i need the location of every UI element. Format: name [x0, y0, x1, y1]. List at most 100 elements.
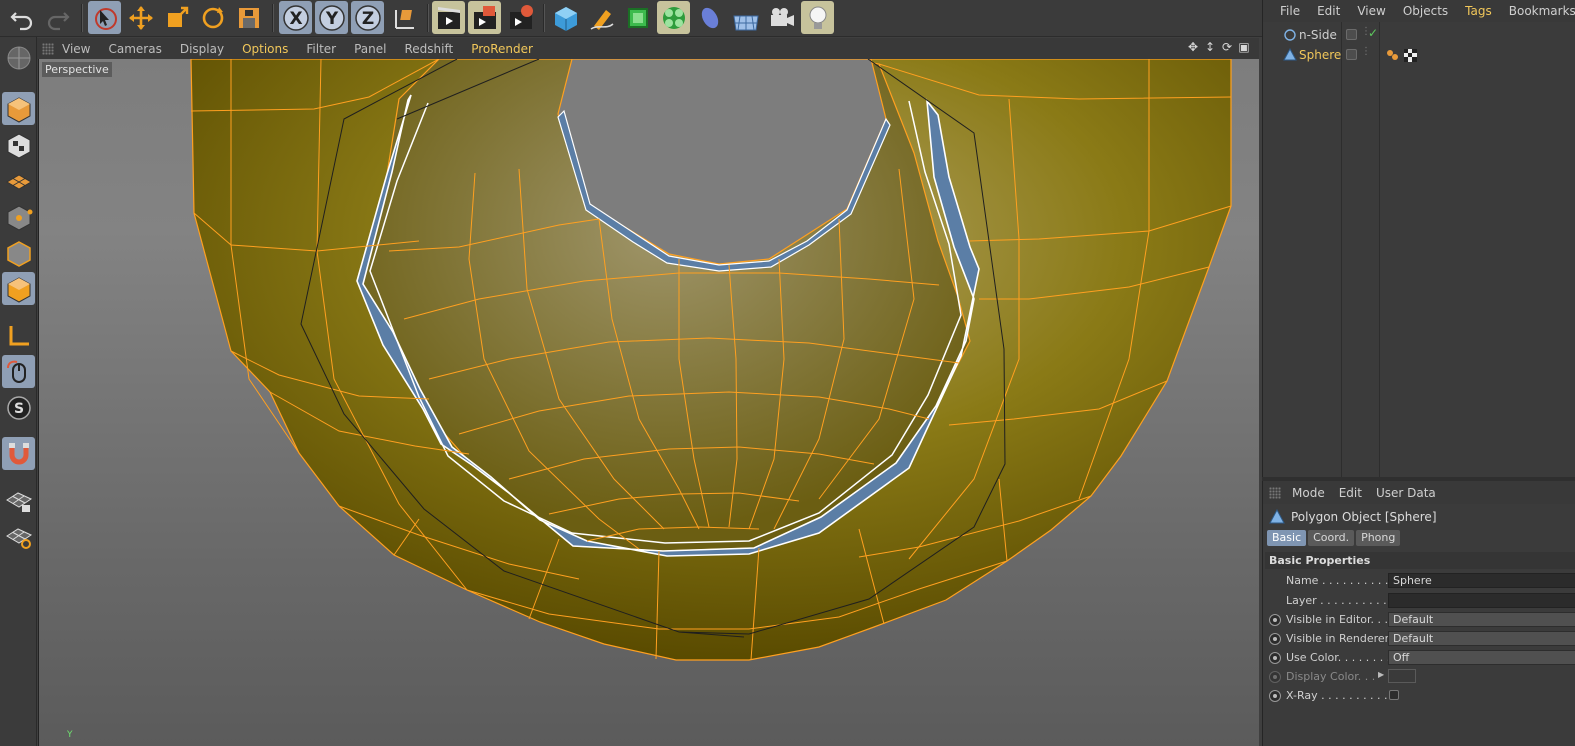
recent-tools-icon[interactable] [232, 1, 265, 34]
left-toolbar: S [0, 37, 37, 746]
edges-mode-icon[interactable] [2, 236, 35, 269]
make-editable-icon[interactable] [2, 41, 35, 74]
viewport-menu-prorender[interactable]: ProRender [471, 42, 533, 56]
svg-text:S: S [13, 401, 23, 417]
scale-icon[interactable] [160, 1, 193, 34]
animate-radio[interactable] [1269, 690, 1281, 702]
render-picture-viewer-icon[interactable] [468, 1, 501, 34]
viewport-menu-options[interactable]: Options [242, 42, 288, 56]
animate-radio[interactable] [1269, 652, 1281, 664]
lock-workplane-icon[interactable] [2, 483, 35, 516]
visibility-dots-icon[interactable]: ⋮ [1361, 46, 1371, 57]
viewport-menu-panel[interactable]: Panel [354, 42, 386, 56]
snap-icon[interactable] [2, 437, 35, 470]
visible-in-editor-dropdown[interactable]: Default [1388, 612, 1575, 627]
workplane-icon[interactable] [2, 164, 35, 197]
x-axis-icon[interactable]: X [279, 1, 312, 34]
objects-menu-tags[interactable]: Tags [1465, 4, 1492, 18]
svg-text:Z: Z [361, 9, 373, 29]
prop-label: Layer . . . . . . . . . . . [1286, 594, 1394, 607]
attributes-tabs: Basic Coord. Phong [1267, 530, 1401, 546]
y-axis-icon[interactable]: Y [315, 1, 348, 34]
make-editable-icon[interactable] [2, 92, 35, 125]
tab-coord[interactable]: Coord. [1308, 530, 1355, 546]
cube-icon[interactable] [549, 1, 582, 34]
objects-menu-edit[interactable]: Edit [1317, 4, 1340, 18]
attributes-menu-user-data[interactable]: User Data [1376, 486, 1436, 500]
maximize-view-icon[interactable]: ▣ [1237, 40, 1251, 54]
objects-menu-objects[interactable]: Objects [1403, 4, 1448, 18]
texture-tag-icon[interactable] [1404, 49, 1417, 62]
tab-phong[interactable]: Phong [1356, 530, 1401, 546]
undo-icon[interactable] [5, 1, 38, 34]
viewport-menu-filter[interactable]: Filter [306, 42, 336, 56]
prop-visible-renderer: Visible in Renderer Default [1263, 630, 1575, 649]
solo-icon[interactable]: S [2, 391, 35, 424]
object-row-sphere[interactable]: Sphere ⋮ [1263, 45, 1575, 65]
texture-mode-icon[interactable] [2, 128, 35, 161]
name-field[interactable]: Sphere [1388, 573, 1575, 588]
objects-menu-file[interactable]: File [1280, 4, 1300, 18]
pen-icon[interactable] [585, 1, 618, 34]
points-mode-icon[interactable] [2, 200, 35, 233]
prop-xray: X-Ray . . . . . . . . . . . [1263, 687, 1575, 706]
viewport-navigation: ✥ ↕ ⟳ ▣ [1186, 40, 1251, 54]
use-color-dropdown[interactable]: Off [1388, 650, 1575, 665]
svg-text:X: X [289, 9, 302, 29]
objects-menu-bookmarks[interactable]: Bookmarks [1509, 4, 1575, 18]
polygon-object-icon [1283, 48, 1297, 61]
axis-mode-icon[interactable] [2, 319, 35, 352]
redo-icon[interactable] [41, 1, 74, 34]
coordinate-system-icon[interactable] [388, 1, 421, 34]
render-view-icon[interactable] [432, 1, 465, 34]
layer-field[interactable] [1388, 593, 1575, 608]
visible-in-renderer-dropdown[interactable]: Default [1388, 631, 1575, 646]
xray-checkbox[interactable] [1389, 690, 1399, 700]
sphere-mesh[interactable] [39, 59, 1259, 746]
viewport-menu-view[interactable]: View [62, 42, 90, 56]
subdivision-icon[interactable] [621, 1, 654, 34]
z-axis-icon[interactable]: Z [351, 1, 384, 34]
prop-label: Use Color. . . . . . . . [1286, 651, 1391, 664]
animate-radio[interactable] [1269, 633, 1281, 645]
live-selection-icon[interactable] [88, 1, 121, 34]
grip-icon [42, 42, 54, 55]
render-settings-icon[interactable] [504, 1, 537, 34]
layer-flag[interactable] [1346, 29, 1357, 40]
light-icon[interactable] [801, 1, 834, 34]
attribute-manager: Polygon Object [Sphere] Basic Coord. Pho… [1262, 504, 1575, 746]
section-header: Basic Properties [1265, 552, 1575, 569]
perspective-viewport[interactable]: Perspective Y [38, 59, 1259, 746]
attributes-menu-mode[interactable]: Mode [1292, 486, 1325, 500]
layer-flag[interactable] [1346, 49, 1357, 60]
viewport-menu-redshift[interactable]: Redshift [404, 42, 453, 56]
camera-icon[interactable] [765, 1, 798, 34]
object-row-nside[interactable]: n-Side ⋮ ✓ [1263, 25, 1575, 45]
cloner-icon[interactable] [657, 1, 690, 34]
deformer-icon[interactable] [693, 1, 726, 34]
tab-basic[interactable]: Basic [1267, 530, 1307, 546]
enabled-check-icon[interactable]: ✓ [1368, 26, 1378, 40]
grip-icon [1269, 486, 1281, 499]
rotate-view-icon[interactable]: ⟳ [1220, 40, 1234, 54]
rotate-icon[interactable] [196, 1, 229, 34]
object-name: Sphere [1299, 48, 1342, 62]
move-icon[interactable] [124, 1, 157, 34]
move-view-icon[interactable]: ✥ [1186, 40, 1200, 54]
animate-radio[interactable] [1269, 614, 1281, 626]
attributes-menu-edit[interactable]: Edit [1339, 486, 1362, 500]
planar-workplane-icon[interactable] [2, 519, 35, 552]
viewport-menu-cameras[interactable]: Cameras [108, 42, 161, 56]
expand-arrow-icon[interactable]: ▶ [1378, 670, 1384, 679]
zoom-view-icon[interactable]: ↕ [1203, 40, 1217, 54]
polygons-mode-icon[interactable] [2, 272, 35, 305]
prop-label: Visible in Editor. . . [1286, 613, 1388, 626]
tweak-mode-icon[interactable] [2, 355, 35, 388]
nside-spline-icon [1284, 29, 1296, 41]
objects-menu-view[interactable]: View [1357, 4, 1385, 18]
viewport-label[interactable]: Perspective [42, 62, 112, 77]
floor-icon[interactable] [729, 1, 762, 34]
animate-radio [1269, 671, 1281, 683]
viewport-menu-display[interactable]: Display [180, 42, 224, 56]
phong-tag-icon[interactable] [1386, 49, 1400, 61]
